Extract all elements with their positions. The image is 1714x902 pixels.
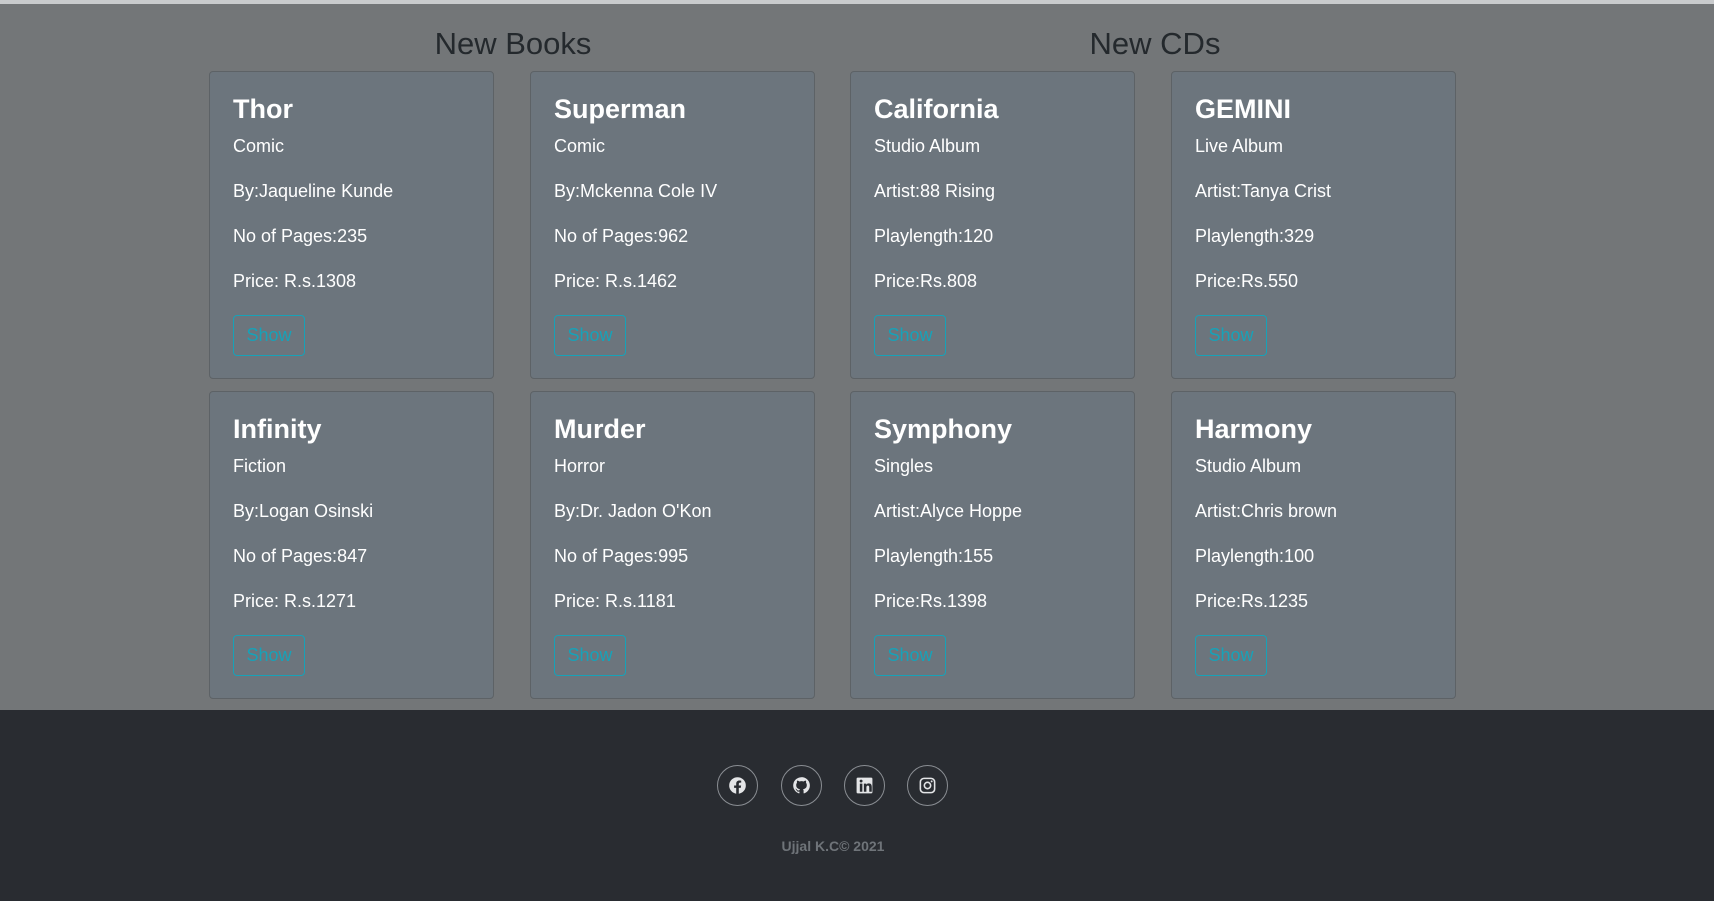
- cd-type: Studio Album: [874, 136, 981, 156]
- copyright-text: Ujjal K.C© 2021: [781, 838, 885, 854]
- book-price: Price: R.s.1271: [233, 591, 357, 611]
- show-button[interactable]: Show: [1195, 635, 1267, 676]
- book-title: Infinity: [233, 414, 322, 444]
- cd-price: Price:Rs.808: [874, 271, 978, 291]
- book-title: Murder: [554, 414, 646, 444]
- book-price: Price: R.s.1462: [554, 271, 678, 291]
- section-title-books: New Books: [434, 26, 592, 61]
- facebook-icon: [729, 777, 746, 794]
- book-author: By:Logan Osinski: [233, 501, 374, 521]
- cd-price: Price:Rs.550: [1195, 271, 1299, 291]
- github-link[interactable]: [781, 765, 822, 806]
- show-button[interactable]: Show: [233, 315, 305, 356]
- cd-playlength: Playlength:120: [874, 226, 994, 246]
- cd-artist: Artist:88 Rising: [874, 181, 996, 201]
- section-title-cds: New CDs: [1089, 26, 1221, 61]
- show-button[interactable]: Show: [874, 635, 946, 676]
- book-card: Infinity Fiction By:Logan Osinski No of …: [209, 391, 494, 699]
- instagram-icon: [919, 777, 936, 794]
- book-price: Price: R.s.1308: [233, 271, 357, 291]
- cd-artist: Artist:Alyce Hoppe: [874, 501, 1023, 521]
- show-button[interactable]: Show: [233, 635, 305, 676]
- github-icon: [793, 777, 810, 794]
- book-title: Superman: [554, 94, 687, 124]
- book-genre: Fiction: [233, 456, 287, 476]
- footer: Ujjal K.C© 2021: [0, 710, 1714, 901]
- cd-card: Harmony Studio Album Artist:Chris brown …: [1171, 391, 1456, 699]
- show-button[interactable]: Show: [1195, 315, 1267, 356]
- cd-playlength: Playlength:329: [1195, 226, 1315, 246]
- linkedin-icon: [856, 777, 873, 794]
- cd-type: Singles: [874, 456, 934, 476]
- book-pages: No of Pages:847: [233, 546, 368, 566]
- book-genre: Comic: [554, 136, 606, 156]
- cd-title: Symphony: [874, 414, 1013, 444]
- instagram-link[interactable]: [907, 765, 948, 806]
- book-author: By:Dr. Jadon O'Kon: [554, 501, 712, 521]
- cd-card: Symphony Singles Artist:Alyce Hoppe Play…: [850, 391, 1135, 699]
- cd-artist: Artist:Tanya Crist: [1195, 181, 1332, 201]
- cd-card: GEMINI Live Album Artist:Tanya Crist Pla…: [1171, 71, 1456, 379]
- show-button[interactable]: Show: [874, 315, 946, 356]
- facebook-link[interactable]: [717, 765, 758, 806]
- cd-card: California Studio Album Artist:88 Rising…: [850, 71, 1135, 379]
- cd-title: GEMINI: [1195, 94, 1292, 124]
- book-author: By:Mckenna Cole IV: [554, 181, 718, 201]
- book-genre: Comic: [233, 136, 285, 156]
- book-price: Price: R.s.1181: [554, 591, 676, 611]
- book-genre: Horror: [554, 456, 606, 476]
- book-title: Thor: [233, 94, 293, 124]
- cd-playlength: Playlength:155: [874, 546, 994, 566]
- main-content: New Books New CDs Thor Comic By:Jaquelin…: [0, 4, 1714, 710]
- book-pages: No of Pages:962: [554, 226, 689, 246]
- book-pages: No of Pages:995: [554, 546, 689, 566]
- linkedin-link[interactable]: [844, 765, 885, 806]
- book-card: Thor Comic By:Jaqueline Kunde No of Page…: [209, 71, 494, 379]
- book-card: Murder Horror By:Dr. Jadon O'Kon No of P…: [530, 391, 815, 699]
- cd-artist: Artist:Chris brown: [1195, 501, 1338, 521]
- show-button[interactable]: Show: [554, 315, 626, 356]
- cd-price: Price:Rs.1235: [1195, 591, 1309, 611]
- book-card: Superman Comic By:Mckenna Cole IV No of …: [530, 71, 815, 379]
- cd-type: Studio Album: [1195, 456, 1302, 476]
- cd-type: Live Album: [1195, 136, 1284, 156]
- book-pages: No of Pages:235: [233, 226, 368, 246]
- cd-playlength: Playlength:100: [1195, 546, 1315, 566]
- cd-title: Harmony: [1195, 414, 1313, 444]
- cd-title: California: [874, 94, 999, 124]
- book-author: By:Jaqueline Kunde: [233, 181, 394, 201]
- cd-price: Price:Rs.1398: [874, 591, 988, 611]
- show-button[interactable]: Show: [554, 635, 626, 676]
